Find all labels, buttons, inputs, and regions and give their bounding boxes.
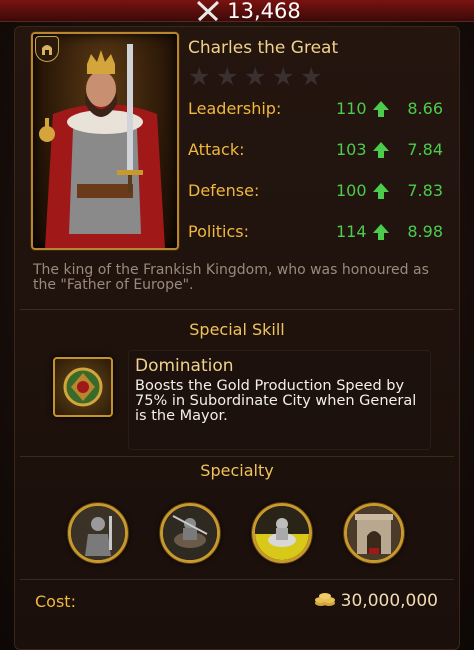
cost-amount: 30,000,000 [314,590,438,612]
star-icon: ★ [216,62,239,91]
power-value: 13,468 [227,0,301,23]
cavalry-charge-icon[interactable] [160,503,220,563]
star-icon: ★ [272,62,295,91]
general-name: Charles the Great [188,38,339,58]
stat-base: 103 [336,140,367,159]
star-icon: ★ [188,62,211,91]
stat-row-attack: Attack: 103 7.84 [188,139,443,161]
stat-growth: 7.84 [407,140,443,159]
stat-row-defense: Defense: 100 7.83 [188,180,443,202]
cost-value: 30,000,000 [340,591,438,611]
stat-row-leadership: Leadership: 110 8.66 [188,98,443,120]
stat-label: Politics: [188,222,249,241]
gold-coins-icon [314,590,336,612]
knight-icon[interactable] [68,503,128,563]
crossed-swords-icon [195,0,221,22]
stat-label: Leadership: [188,99,282,118]
power-banner: 13,468 [0,0,474,22]
skill-description: Boosts the Gold Production Speed by 75% … [135,378,417,424]
star-icon: ★ [244,62,267,91]
armored-rider-icon[interactable] [252,503,312,563]
general-portrait[interactable] [31,32,179,250]
up-arrow-icon [372,141,390,165]
general-bio: The king of the Frankish Kingdom, who wa… [33,262,429,293]
stat-label: Defense: [188,181,260,200]
stat-growth: 8.98 [407,222,443,241]
star-icon: ★ [300,62,323,91]
up-arrow-icon [372,223,390,247]
skill-name: Domination [135,356,234,376]
arch-building-icon[interactable] [344,503,404,563]
divider [20,309,454,310]
cost-label: Cost: [35,592,76,611]
star-rating: ★ ★ ★ ★ ★ [188,64,325,89]
domination-skill-icon[interactable] [53,357,113,417]
stat-base: 114 [336,222,367,241]
divider [20,579,454,580]
divider [20,456,454,457]
stat-base: 110 [336,99,367,118]
stat-growth: 7.83 [407,181,443,200]
stat-base: 100 [336,181,367,200]
stat-growth: 8.66 [407,99,443,118]
helmet-icon [35,36,59,62]
stat-row-politics: Politics: 114 8.98 [188,221,443,243]
stat-label: Attack: [188,140,245,159]
special-skill-title: Special Skill [189,320,285,339]
up-arrow-icon [372,182,390,206]
up-arrow-icon [372,100,390,124]
specialty-title: Specialty [200,461,274,480]
